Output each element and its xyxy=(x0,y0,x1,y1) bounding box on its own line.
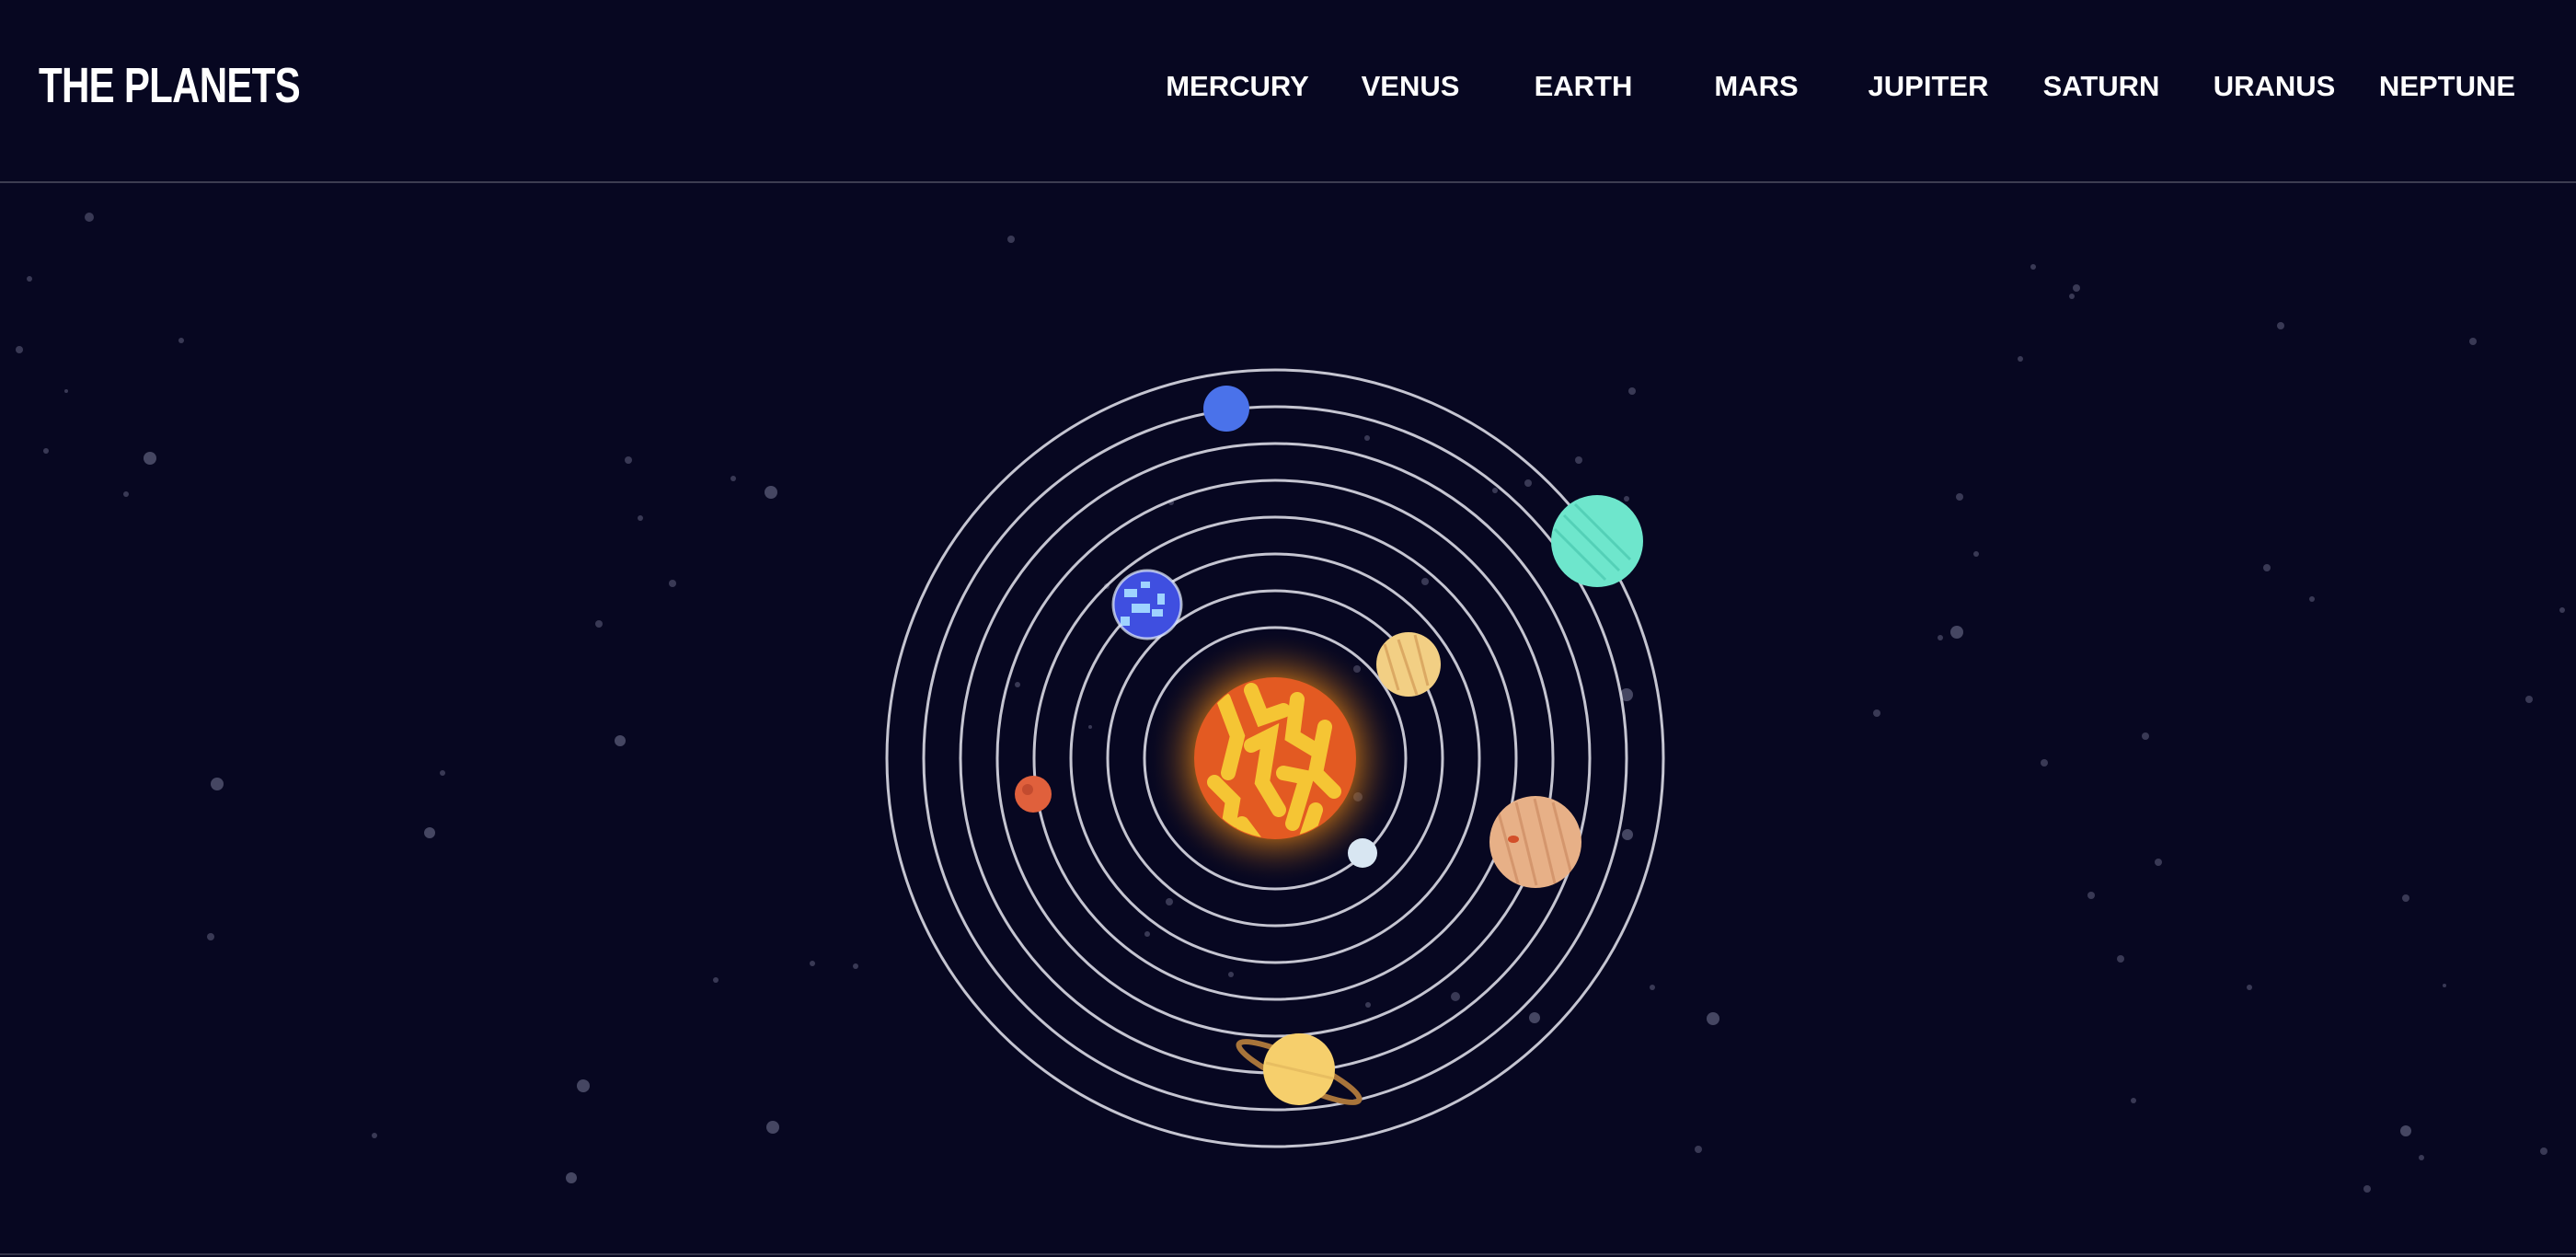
nav-item-jupiter[interactable]: JUPITER xyxy=(1869,72,1989,100)
jupiter-icon[interactable] xyxy=(1489,796,1581,888)
nav-item-mercury[interactable]: MERCURY xyxy=(1166,72,1309,100)
earth-icon[interactable] xyxy=(1111,569,1183,640)
nav-item-saturn[interactable]: SATURN xyxy=(2043,72,2160,100)
nav-item-mars[interactable]: MARS xyxy=(1714,72,1798,100)
page-bottom-divider xyxy=(0,1253,2576,1255)
mars-icon[interactable] xyxy=(1015,776,1052,813)
uranus-icon[interactable] xyxy=(1551,495,1643,587)
nav-item-venus[interactable]: VENUS xyxy=(1362,72,1460,100)
solar-system-illustration xyxy=(16,213,2565,1193)
planet-nav: MERCURY VENUS EARTH MARS JUPITER SATURN … xyxy=(0,0,2576,183)
nav-item-uranus[interactable]: URANUS xyxy=(2214,72,2336,100)
nav-item-earth[interactable]: EARTH xyxy=(1535,72,1633,100)
solar-system-stage xyxy=(0,184,2576,1254)
mercury-icon[interactable] xyxy=(1348,838,1377,868)
nav-item-neptune[interactable]: NEPTUNE xyxy=(2379,72,2515,100)
venus-icon[interactable] xyxy=(1376,632,1441,697)
site-header: THE PLANETS MERCURY VENUS EARTH MARS JUP… xyxy=(0,0,2576,183)
neptune-icon[interactable] xyxy=(1203,386,1249,432)
